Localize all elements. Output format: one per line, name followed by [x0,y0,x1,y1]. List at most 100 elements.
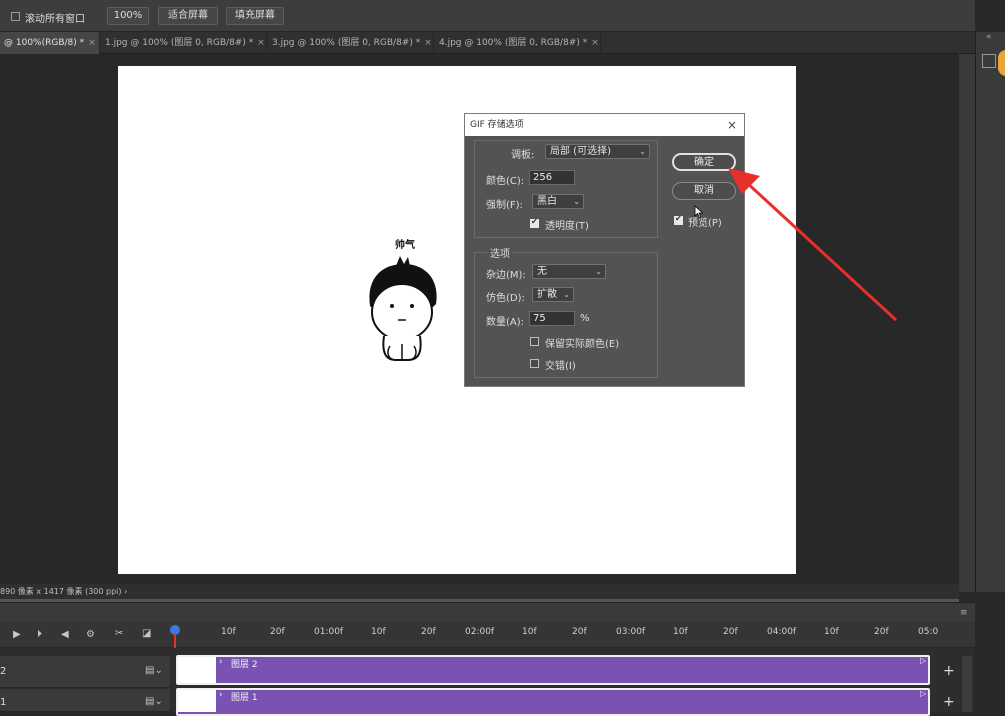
timeline-scrollbar[interactable] [962,656,972,712]
playhead-line [174,634,176,648]
scroll-all-windows-checkbox[interactable] [11,12,20,21]
track-number: 2 [0,666,7,677]
clip-thumbnail [178,690,216,712]
panel-badge-icon [998,50,1005,76]
palette-label: 调板: [511,150,535,161]
track-header-layer-2[interactable]: 2 ▤⌄ [0,656,170,688]
ruler-tick: 10f [221,627,236,637]
track-number: 1 [0,697,7,708]
close-icon[interactable]: × [257,38,265,48]
interlaced-label: 交错(I) [545,361,576,372]
panel-menu-icon[interactable]: ≡ [960,608,968,618]
close-icon[interactable]: × [424,38,432,48]
scroll-all-windows-label: 滚动所有窗口 [25,14,85,25]
fill-screen-button[interactable]: 填充屏幕 [226,7,284,25]
clip-expand-icon[interactable]: › [219,690,223,700]
add-track-button[interactable]: + [943,694,955,710]
close-icon[interactable]: × [724,114,740,136]
amount-label: 数量(A): [486,317,525,328]
dither-select[interactable]: 扩散 ⌄ [532,287,574,302]
colors-label: 颜色(C): [486,176,525,187]
fit-screen-button[interactable]: 适合屏幕 [158,7,218,25]
matte-select[interactable]: 无 ⌄ [532,264,606,279]
transparency-label: 透明度(T) [545,221,589,232]
mouse-cursor-icon [694,205,704,219]
preserve-colors-label: 保留实际颜色(E) [545,339,620,350]
clip-end-handle-icon[interactable]: ▷ [920,689,926,698]
clip-expand-icon[interactable]: › [219,657,223,667]
audio-settings-icon[interactable]: ⚙ [86,629,95,640]
step-back-icon[interactable]: ◀ [61,629,69,640]
ruler-tick: 10f [824,627,839,637]
ruler-tick: 20f [270,627,285,637]
preview-checkbox[interactable] [674,214,683,225]
colors-input[interactable]: 256 [529,170,575,185]
annotation-arrow-icon [728,168,898,322]
add-track-button[interactable]: + [943,663,955,679]
percent-label: % [580,313,590,324]
tab-label: @ 100%(RGB/8) * [4,38,85,48]
transition-icon[interactable]: ◪ [142,628,151,639]
close-icon[interactable]: × [88,38,96,48]
tab-label: 4.jpg @ 100% (图层 0, RGB/8#) * [439,38,588,48]
tab-3-jpg[interactable]: 3.jpg @ 100% (图层 0, RGB/8#) * × [268,32,434,54]
chevron-down-icon: ⌄ [595,267,602,276]
tab-1-jpg[interactable]: 1.jpg @ 100% (图层 0, RGB/8#) * × [101,32,267,54]
play-icon[interactable]: ▶ [13,629,21,640]
timeline-panel-header: ≡ [0,602,975,622]
palette-value: 局部 (可选择) [550,146,611,157]
ruler-tick: 02:00f [465,627,495,637]
ruler-tick: 10f [522,627,537,637]
cartoon-character-image [369,256,437,361]
step-forward-icon[interactable]: ⏵ [37,629,42,640]
tab-4-jpg[interactable]: 4.jpg @ 100% (图层 0, RGB/8#) * × [435,32,601,54]
ruler-tick: 05:0 [918,627,939,637]
clip-layer-2[interactable] [176,655,930,685]
forced-value: 黑白 [537,196,557,207]
collapse-icon[interactable]: « [986,32,992,42]
clip-thumbnail [178,657,216,683]
chevron-down-icon: ⌄ [563,290,570,299]
palette-select[interactable]: 局部 (可选择) ⌄ [545,144,650,159]
tab-label: 3.jpg @ 100% (图层 0, RGB/8#) * [272,38,421,48]
interlaced-checkbox[interactable] [530,359,539,368]
film-dropdown-icon[interactable]: ▤⌄ [145,696,163,707]
ruler-tick: 20f [723,627,738,637]
ruler-tick: 10f [371,627,386,637]
preserve-colors-checkbox[interactable] [530,337,539,346]
dither-label: 仿色(D): [486,293,525,304]
ruler-tick: 03:00f [616,627,646,637]
chevron-down-icon: ⌄ [639,147,646,156]
clip-label: 图层 1 [231,693,258,703]
zoom-100-button[interactable]: 100% [107,7,149,25]
options-bar: 滚动所有窗口 100% 适合屏幕 填充屏幕 [0,0,975,32]
amount-input[interactable]: 75 [529,311,575,326]
clip-end-handle-icon[interactable]: ▷ [920,656,926,665]
dither-value: 扩散 [537,289,557,300]
status-chevron-icon[interactable]: › [124,587,127,596]
tab-document-active[interactable]: @ 100%(RGB/8) * × [0,32,100,54]
history-panel-icon[interactable] [982,54,996,68]
clip-label: 图层 2 [231,660,258,670]
tab-label: 1.jpg @ 100% (图层 0, RGB/8#) * [105,38,254,48]
chevron-down-icon: ⌄ [573,197,580,206]
dialog-title: GIF 存储选项 [465,114,744,136]
split-clip-icon[interactable]: ✂ [115,628,123,639]
character-caption: 帅气 [395,240,415,251]
ruler-tick: 04:00f [767,627,797,637]
status-bar: 890 像素 x 1417 像素 (300 ppi) › [0,584,959,599]
ruler-tick: 01:00f [314,627,344,637]
matte-label: 杂边(M): [486,270,526,281]
forced-label: 强制(F): [486,200,523,211]
matte-value: 无 [537,266,547,277]
ruler-tick: 20f [421,627,436,637]
vertical-scrollbar[interactable] [959,54,975,592]
track-header-layer-1[interactable]: 1 ▤⌄ [0,689,170,712]
document-tab-bar: @ 100%(RGB/8) * × 1.jpg @ 100% (图层 0, RGB… [0,32,975,54]
close-icon[interactable]: × [591,38,599,48]
options-group-label: 选项 [487,245,513,260]
film-dropdown-icon[interactable]: ▤⌄ [145,665,163,676]
ruler-tick: 10f [673,627,688,637]
transparency-checkbox[interactable] [530,217,539,228]
forced-select[interactable]: 黑白 ⌄ [532,194,584,209]
